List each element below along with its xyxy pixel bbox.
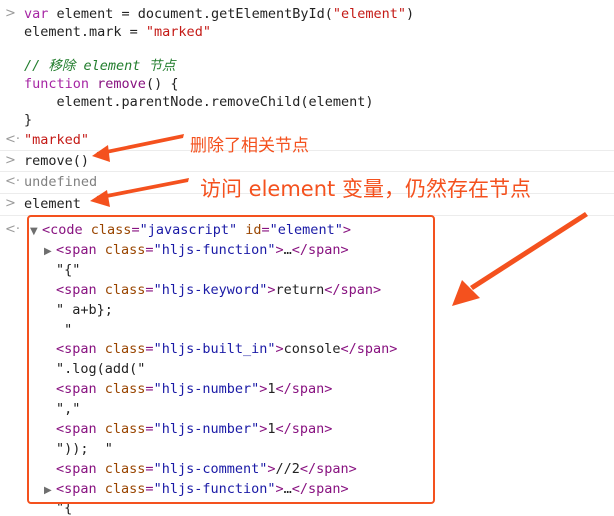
annotation-arrows xyxy=(90,134,588,306)
arrow-to-element xyxy=(90,178,189,207)
devtools-console: > var element = document.getElementById(… xyxy=(0,0,614,516)
arrow-to-remove xyxy=(92,134,184,162)
arrow-to-box xyxy=(452,212,588,306)
